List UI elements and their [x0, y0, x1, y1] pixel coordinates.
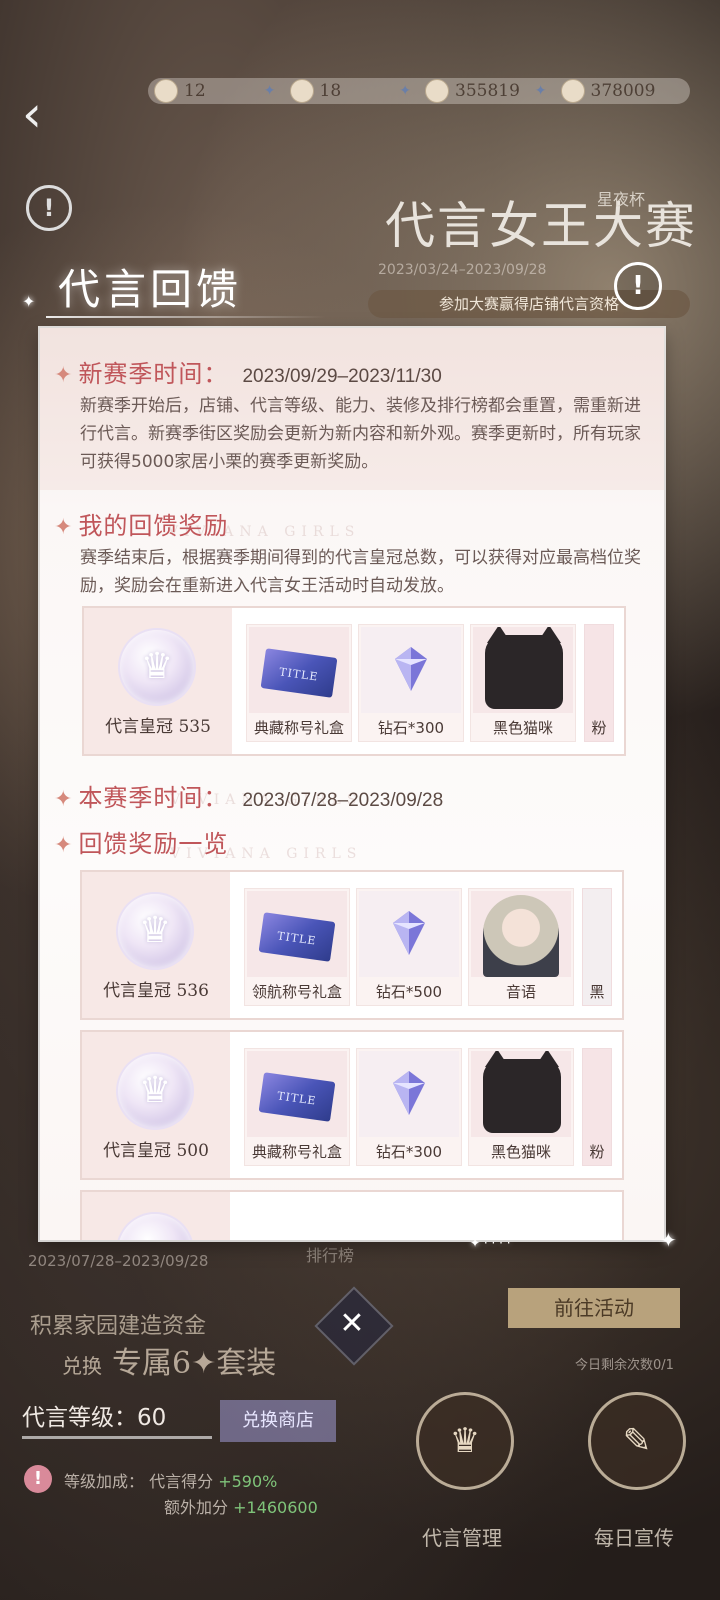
title-giftbox-icon: TITLE — [258, 1072, 336, 1122]
reward-item-partial[interactable]: 粉 — [582, 1048, 612, 1166]
rank-label[interactable]: 排行榜 — [306, 1242, 354, 1266]
crown-tier: ♛ 代言皇冠 500 — [82, 1032, 230, 1178]
close-icon[interactable]: ✕ — [326, 1298, 378, 1350]
crown-icon: ♛ — [449, 1421, 481, 1461]
my-rewards-body: 赛季结束后，根据赛季期间得到的代言皇冠总数，可以获得对应最高档位奖励，奖励会在重… — [80, 548, 641, 596]
star-icon: ✦ — [54, 787, 73, 812]
reward-item[interactable]: 音语 — [468, 888, 574, 1006]
sparkle-icon: ✦ · · · · — [470, 1236, 511, 1250]
plus-icon[interactable]: ✦ — [535, 83, 547, 99]
diamond-icon — [393, 911, 425, 955]
reward-list-heading: ✦ 回馈奖励一览 — [54, 830, 229, 858]
exchange-shop-button[interactable]: 兑换商店 — [220, 1400, 336, 1442]
daily-promo-label: 每日宣传 — [594, 1526, 674, 1550]
accumulate-text: 积累家园建造资金 — [30, 1314, 207, 1339]
resource-bar: 12 ✦ 18 ✦ 355819 ✦ 378009 — [148, 78, 690, 104]
new-season-body: 新赛季开始后，店铺、代言等级、能力、装修及排行榜都会重置，需重新进行代言。新赛季… — [80, 396, 641, 472]
reward-item[interactable]: 钻石*300 — [358, 624, 464, 742]
plus-icon[interactable]: ✦ — [399, 83, 411, 99]
exchange-small: 兑换 — [62, 1354, 102, 1378]
manage-label: 代言管理 — [422, 1526, 502, 1550]
my-rewards-heading: ✦ 我的回馈奖励 — [54, 512, 229, 540]
reward-item[interactable]: TITLE 领航称号礼盒 — [244, 888, 350, 1006]
exchange-suffix: 套装 — [216, 1346, 277, 1381]
reward-tier-row[interactable]: ♛ 代言皇冠 536 TITLE 领航称号礼盒 钻石*500 音语 黑 — [80, 870, 624, 1020]
reward-tier-row[interactable] — [80, 1190, 624, 1240]
crown-tier — [82, 1192, 230, 1240]
endorse-level: 代言等级：60 — [22, 1400, 212, 1439]
info-icon[interactable]: ! — [614, 262, 662, 310]
reward-item-partial[interactable]: 黑 — [582, 888, 612, 1006]
event-dates: 2023/03/24–2023/09/28 — [378, 262, 547, 278]
star-icon: ✦ — [54, 515, 73, 540]
goto-event-button[interactable]: 前往活动 — [508, 1288, 680, 1328]
header-divider — [46, 316, 326, 318]
event-title: 代言女王大赛 — [385, 197, 697, 255]
resource-coin[interactable]: 378009 — [560, 79, 691, 103]
title-giftbox-icon: TITLE — [258, 912, 336, 962]
back-arrow-icon[interactable]: ‹ — [22, 88, 72, 140]
reward-tier-row[interactable]: ♛ 代言皇冠 500 TITLE 典藏称号礼盒 钻石*300 黑色猫咪 粉 — [80, 1030, 624, 1180]
pearl-icon — [154, 79, 178, 103]
today-remaining: 今日剩余次数0/1 — [575, 1358, 674, 1373]
sparkle-icon: ✦ — [660, 1228, 677, 1252]
alert-icon: ! — [24, 1465, 52, 1493]
crown-icon: ♛ — [120, 630, 194, 704]
event-cup-name: 星夜杯 — [597, 190, 646, 209]
this-season-heading: ✦ 本赛季时间： 2023/07/28–2023/09/28 — [54, 784, 444, 812]
manage-button[interactable]: ♛ — [416, 1392, 514, 1490]
title-giftbox-icon: TITLE — [260, 648, 338, 698]
new-season-heading: ✦ 新赛季时间： 2023/09/29–2023/11/30 — [54, 360, 442, 388]
season-range: 2023/07/28–2023/09/28 — [28, 1252, 209, 1270]
sparkle-icon: ✦ — [22, 292, 36, 311]
panel-title: 代言回馈 — [58, 265, 243, 314]
star-icon: ✦ — [191, 1346, 217, 1381]
reward-item-partial[interactable]: 粉 — [584, 624, 614, 742]
black-cat-icon — [483, 1051, 561, 1133]
resource-pearl[interactable]: 12 ✦ — [154, 79, 284, 103]
my-reward-strip[interactable]: ♛ 代言皇冠 535 TITLE 典藏称号礼盒 钻石*300 黑色猫咪 粉 — [82, 606, 626, 756]
acorn-icon — [425, 79, 449, 103]
reward-item[interactable]: 钻石*500 — [356, 888, 462, 1006]
diamond-icon — [395, 647, 427, 691]
reward-item[interactable]: 黑色猫咪 — [470, 624, 576, 742]
resource-crown[interactable]: 18 ✦ — [289, 79, 420, 103]
scroll-icon: ✎ — [622, 1421, 652, 1461]
info-icon[interactable]: ! — [26, 185, 72, 231]
exchange-big: 专属6 — [112, 1346, 192, 1381]
crown-icon — [289, 79, 314, 103]
diamond-icon — [393, 1071, 425, 1115]
reward-item[interactable]: TITLE 典藏称号礼盒 — [244, 1048, 350, 1166]
coin-icon — [560, 79, 585, 103]
crown-icon: ♛ — [118, 1054, 192, 1128]
daily-promo-button[interactable]: ✎ — [588, 1392, 686, 1490]
crown-tier: ♛ 代言皇冠 536 — [82, 872, 230, 1018]
resource-acorn[interactable]: 355819 ✦ — [425, 79, 555, 103]
crown-icon: ♛ — [118, 894, 192, 968]
avatar-icon — [483, 895, 559, 977]
bonus-row-1: 等级加成： 代言得分 +590% — [64, 1472, 278, 1491]
crown-tier: ♛ 代言皇冠 535 — [84, 608, 232, 754]
reward-item[interactable]: 钻石*300 — [356, 1048, 462, 1166]
exchange-promo: 兑换 专属6 ✦ 套装 — [62, 1338, 276, 1382]
reward-item[interactable]: TITLE 典藏称号礼盒 — [246, 624, 352, 742]
reward-panel[interactable]: ✦ 新赛季时间： 2023/09/29–2023/11/30 新赛季开始后，店铺… — [40, 328, 664, 1240]
bonus-row-2: 额外加分 +1460600 — [164, 1498, 318, 1517]
panel-header: 代言回馈 — [40, 250, 326, 330]
reward-item[interactable]: 黑色猫咪 — [468, 1048, 574, 1166]
star-icon: ✦ — [54, 833, 73, 858]
star-icon: ✦ — [54, 363, 73, 388]
plus-icon[interactable]: ✦ — [264, 83, 276, 99]
crown-icon — [118, 1214, 192, 1240]
black-cat-icon — [485, 627, 563, 709]
